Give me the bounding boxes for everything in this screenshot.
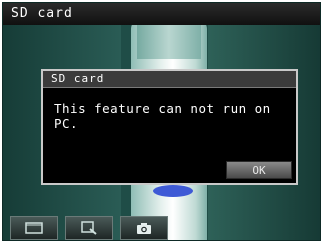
dialog-title: SD card <box>43 71 296 88</box>
dialog-message: This feature can not run on PC. <box>54 101 271 131</box>
zoom-icon <box>81 221 97 235</box>
frame-button[interactable] <box>10 216 58 240</box>
camera-button[interactable] <box>120 216 168 240</box>
camera-image-bottle-top <box>137 19 201 59</box>
zoom-button[interactable] <box>65 216 113 240</box>
app-title: SD card <box>3 3 320 25</box>
frame-icon <box>25 222 43 234</box>
sd-card-dialog: SD card This feature can not run on PC. … <box>41 69 298 185</box>
ok-button[interactable]: OK <box>226 161 292 179</box>
camera-icon <box>137 222 151 234</box>
camera-image-blue-cap <box>153 185 193 197</box>
device-screen: SD card SD card This feature can not run… <box>2 2 321 241</box>
